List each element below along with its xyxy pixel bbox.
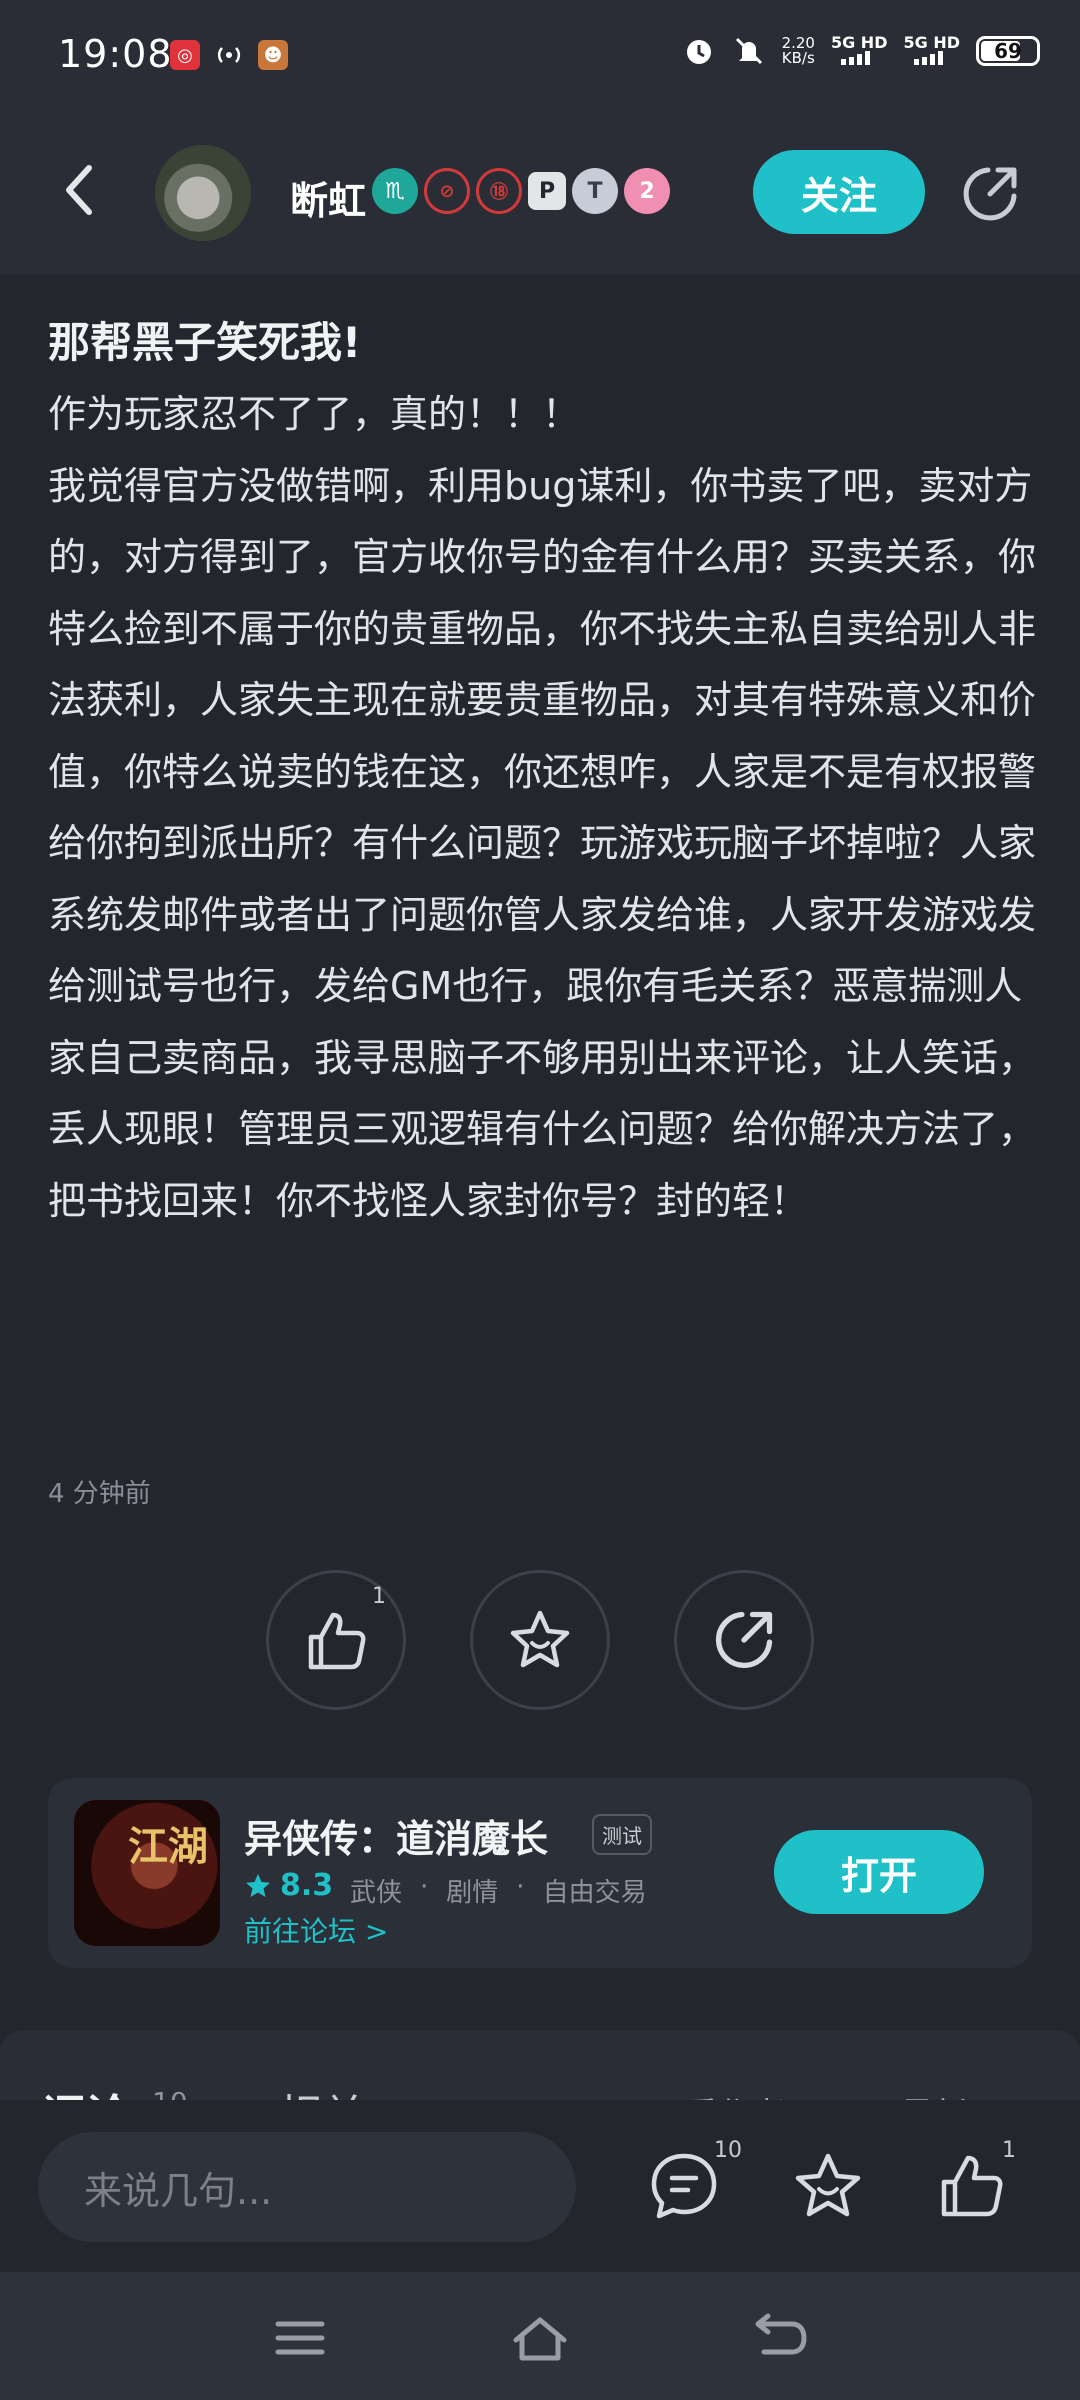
signal-1: 5G HD [830,32,888,68]
home-icon[interactable] [510,2312,570,2364]
avatar[interactable] [155,145,251,241]
genre-tag: 剧情 [446,1878,499,1908]
thumbs-up-icon [308,1612,366,1670]
sort-latest[interactable]: 最新 [900,2088,968,2100]
favorite-button[interactable] [470,1570,610,1710]
post-header: 断虹 ♏ ⊘ ⑱ P T 2 关注 [0,110,1080,275]
tab-comments[interactable]: 评论 [42,2080,130,2100]
badge-p: P [528,172,566,210]
game-rating-value: 8.3 [280,1868,334,1903]
battery-indicator: 69 [976,36,1040,66]
hotspot-icon [214,40,244,70]
game-icon[interactable]: 江湖 [74,1800,220,1946]
level-badge: 2 [624,168,670,214]
follow-button[interactable]: 关注 [753,150,925,234]
post-timestamp: 4 分钟前 [48,1479,151,1509]
share-icon [715,1611,773,1669]
like-count: 1 [1002,2138,1016,2163]
signal-2-label: 5G HD [903,32,960,52]
star-icon [246,1873,270,1897]
comment-bar: 来说几句... 10 1 [0,2100,1080,2272]
share-icon[interactable] [958,162,1022,226]
speed-unit: KB/s [781,49,815,67]
signal-1-label: 5G HD [830,32,888,52]
game-card[interactable]: 江湖 异侠传：道消魔长 测试 8.3 武侠 · 剧情 · 自由交易 前往论坛 >… [48,1778,1032,1968]
back-icon[interactable] [750,2312,810,2364]
signal-bars-icon [841,50,871,65]
thumbs-up-icon[interactable] [934,2148,1010,2224]
game-genres: 武侠 · 剧情 · 自由交易 [350,1872,647,1909]
back-arrow-icon[interactable] [55,160,105,220]
post-title: 那帮黑子笑死我! [48,318,362,367]
comment-count: 10 [714,2138,742,2163]
network-speed: 2.20 KB/s [782,36,815,66]
tab-comments-count: 10 [152,2086,188,2100]
signal-2: 5G HD [903,32,960,68]
author-only-filter[interactable]: 只看作者 [650,2088,786,2100]
username[interactable]: 断虹 [290,170,366,225]
open-game-button[interactable]: 打开 [774,1830,984,1914]
game-rating: 8.3 [244,1868,333,1903]
genre-separator: · [420,1872,429,1902]
comment-tabs: 评论 10 相关 只看作者 最新 [0,2030,1080,2100]
status-bar: 19:08 ◎ ☻ 2.20 KB/s 5G HD 5G HD 69 [0,0,1080,110]
star-icon[interactable] [790,2148,866,2224]
like-count: 1 [372,1584,386,1609]
mute-icon [735,37,762,65]
scorpio-icon: ♏ [372,168,418,214]
badge-t: T [572,168,618,214]
status-right: 2.20 KB/s 5G HD 5G HD 69 [682,34,1040,68]
signal-bars-icon [913,50,943,65]
post-content: 那帮黑子笑死我! 作为玩家忍不了了，真的！！！ 我觉得官方没做错啊，利用bug谋… [48,315,1038,1237]
game-app-icon: ☻ [258,40,288,70]
genre-separator: · [516,1872,525,1902]
game-test-tag: 测试 [592,1814,652,1855]
bank-app-icon: ◎ [170,40,200,70]
system-nav-bar [0,2272,1080,2400]
no-smoking-icon: ⊘ [424,168,470,214]
star-icon [510,1610,570,1668]
genre-tag: 武侠 [350,1878,403,1908]
comment-input[interactable]: 来说几句... [38,2132,576,2242]
genre-tag: 自由交易 [542,1878,647,1908]
under-18-icon: ⑱ [476,168,522,214]
battery-level: 69 [994,39,1022,63]
forum-link[interactable]: 前往论坛 > [244,1910,388,1950]
comment-icon[interactable] [646,2148,722,2224]
share-button[interactable] [674,1570,814,1710]
user-badges: ♏ ⊘ ⑱ P T 2 [372,168,670,214]
post-body: 作为玩家忍不了了，真的！！！ 我觉得官方没做错啊，利用bug谋利，你书卖了吧，卖… [48,392,1037,1223]
status-time: 19:08 [58,32,173,76]
tab-related[interactable]: 相关 [278,2080,366,2100]
alarm-icon [686,40,711,64]
game-icon-text: 江湖 [128,1823,208,1870]
game-name[interactable]: 异侠传：道消魔长 [244,1808,548,1863]
menu-icon[interactable] [270,2312,330,2364]
notification-icons: ◎ ☻ [170,40,288,70]
